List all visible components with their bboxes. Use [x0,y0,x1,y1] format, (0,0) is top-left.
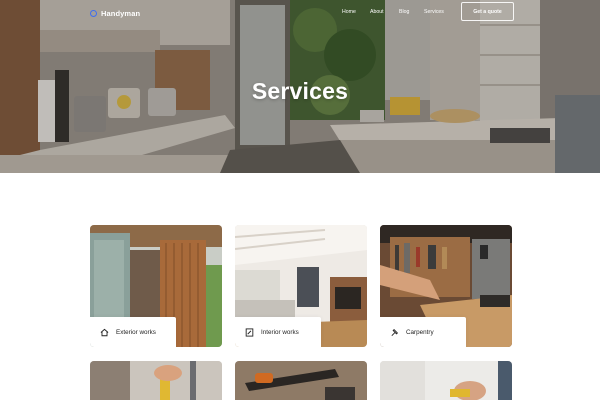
service-label[interactable]: Interior works [235,317,321,347]
service-name: Exterior works [116,328,156,336]
hammer-icon [391,328,399,336]
service-card-interior-works[interactable]: Interior works [235,225,367,347]
document-edit-icon [245,327,254,337]
page-title: Services [251,78,349,104]
service-label[interactable]: Carpentry [380,317,466,347]
get-a-quote-button[interactable]: Get a quote [461,2,514,21]
brand-logo[interactable]: Handyman [90,7,140,19]
brand-name: Handyman [101,8,141,18]
service-card-peek[interactable] [380,361,512,400]
drill-image [380,361,512,400]
saw-image [235,361,367,400]
house-icon [100,328,109,336]
logo-ring-icon [90,9,97,17]
service-card-peek[interactable] [90,361,222,400]
service-card-peek[interactable] [235,361,367,400]
nav-link-home[interactable]: Home [342,9,356,17]
service-card-carpentry[interactable]: Carpentry [380,225,512,347]
hero-section: Handyman Home About Blog Services Get a … [0,0,600,173]
service-card-exterior-works[interactable]: Exterior works [90,225,222,347]
service-label[interactable]: Exterior works [90,317,176,347]
tools-in-hand-image [90,361,222,400]
service-name: Interior works [261,328,299,336]
nav-link-services[interactable]: Services [424,9,444,17]
nav-link-blog[interactable]: Blog [399,9,409,17]
service-name: Carpentry [406,328,434,336]
nav-link-about[interactable]: About [370,9,384,17]
